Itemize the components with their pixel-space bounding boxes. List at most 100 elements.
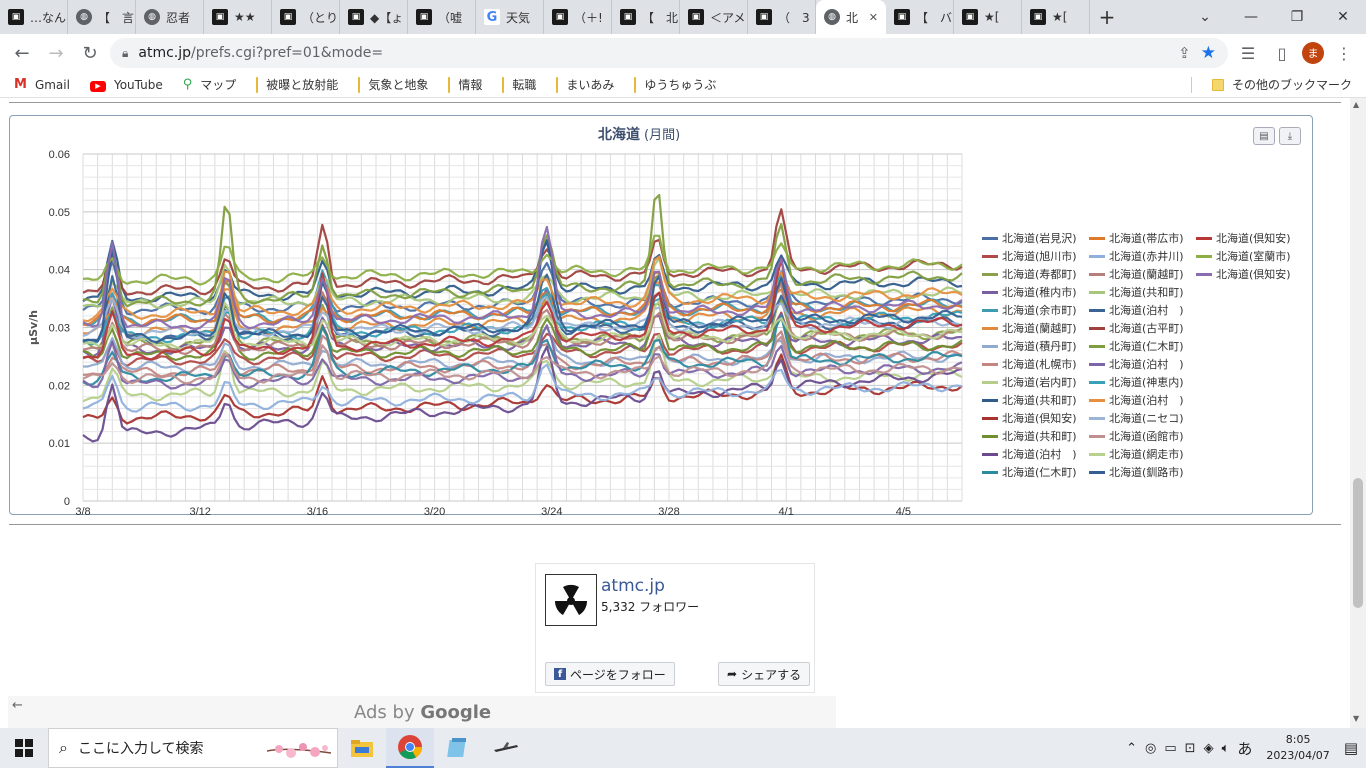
- address-bar[interactable]: 🔒︎ atmc.jp/prefs.cgi?pref=01&mode= ⇪ ★: [110, 38, 1228, 68]
- wifi-icon[interactable]: ◈: [1204, 741, 1214, 756]
- profile-avatar[interactable]: ま: [1302, 42, 1324, 64]
- legend-item[interactable]: 北海道(泊村 ): [1089, 392, 1196, 408]
- legend-item[interactable]: 北海道(倶知安): [1196, 266, 1303, 282]
- legend-item[interactable]: 北海道(泊村 ): [982, 446, 1089, 462]
- tab-9[interactable]: ▣ 【 北: [612, 0, 680, 34]
- legend-item[interactable]: 北海道(倶知安): [982, 410, 1089, 426]
- legend-item[interactable]: 北海道(余市町): [982, 302, 1089, 318]
- legend-item[interactable]: 北海道(稚内市): [982, 284, 1089, 300]
- close-tab-icon[interactable]: ✕: [869, 11, 878, 24]
- legend-item[interactable]: 北海道(共和町): [982, 392, 1089, 408]
- legend-item[interactable]: 北海道(泊村 ): [1089, 356, 1196, 372]
- legend-item[interactable]: 北海道(古平町): [1089, 320, 1196, 336]
- minimize-icon[interactable]: —: [1228, 0, 1274, 34]
- bookmark-item[interactable]: ゆうちゅうぶ: [634, 76, 716, 93]
- tab-11[interactable]: ▣ （ 3: [748, 0, 816, 34]
- new-tab-button[interactable]: +: [1090, 0, 1124, 34]
- legend-item[interactable]: 北海道(赤井川): [1089, 248, 1196, 264]
- bookmark-item[interactable]: 気象と地象: [358, 76, 428, 93]
- print-icon[interactable]: ▤: [1253, 127, 1275, 145]
- tab-2[interactable]: ◍ 忍者: [136, 0, 204, 34]
- legend-item[interactable]: 北海道(札幌市): [982, 356, 1089, 372]
- file-explorer-icon[interactable]: [338, 728, 386, 768]
- legend-item[interactable]: 北海道(神恵内): [1089, 374, 1196, 390]
- airplane-app-icon[interactable]: [482, 728, 530, 768]
- side-panel-icon[interactable]: ▯: [1268, 39, 1296, 67]
- fb-follow-button[interactable]: f ページをフォロー: [545, 662, 675, 686]
- legend-item[interactable]: 北海道(泊村 ): [1089, 302, 1196, 318]
- tab-10[interactable]: ▣ ＜アメ: [680, 0, 748, 34]
- legend-item[interactable]: 北海道(岩見沢): [982, 230, 1089, 246]
- bookmark-item[interactable]: 被曝と放射能: [256, 76, 338, 93]
- scroll-down-icon[interactable]: ▼: [1353, 714, 1359, 723]
- bookmark-item[interactable]: M Gmail: [14, 77, 70, 92]
- start-button[interactable]: [0, 728, 48, 768]
- tab-6[interactable]: ▣ （嘘: [408, 0, 476, 34]
- taskbar-search[interactable]: ⌕ ここに入力して検索: [48, 728, 338, 768]
- download-icon[interactable]: ⤓: [1279, 127, 1301, 145]
- legend-item[interactable]: 北海道(旭川市): [982, 248, 1089, 264]
- bookmark-item[interactable]: ▶ YouTube: [89, 77, 163, 92]
- restore-icon[interactable]: ❐: [1274, 0, 1320, 34]
- chevron-up-icon[interactable]: ⌃: [1126, 741, 1137, 756]
- ads-back-icon[interactable]: ←: [12, 698, 23, 713]
- page-scrollbar[interactable]: ▲ ▼: [1350, 98, 1366, 728]
- tab-8[interactable]: ▣ （＋!: [544, 0, 612, 34]
- legend-item[interactable]: 北海道(寿都町): [982, 266, 1089, 282]
- legend-item[interactable]: 北海道(仁木町): [982, 464, 1089, 480]
- legend-item[interactable]: 北海道(蘭越町): [982, 320, 1089, 336]
- legend-item[interactable]: 北海道(網走市): [1089, 446, 1196, 462]
- volume-icon[interactable]: 🔈︎: [1222, 741, 1230, 756]
- tab-12[interactable]: ◍ 北 ✕: [816, 0, 886, 34]
- clock[interactable]: 8:05 2023/04/07: [1266, 732, 1329, 764]
- legend-item[interactable]: 北海道(釧路市): [1089, 464, 1196, 480]
- tab-4[interactable]: ▣ （とり: [272, 0, 340, 34]
- tab-search-icon[interactable]: ⌄: [1182, 0, 1228, 34]
- legend-item[interactable]: 北海道(積丹町): [982, 338, 1089, 354]
- network-icon[interactable]: ⊡: [1185, 741, 1196, 756]
- tab-15[interactable]: ▣ ★[: [1022, 0, 1090, 34]
- legend-item[interactable]: 北海道(岩内町): [982, 374, 1089, 390]
- bookmark-item[interactable]: 情報: [448, 76, 482, 93]
- tab-5[interactable]: ▣ ◆【ょ: [340, 0, 408, 34]
- ime-indicator[interactable]: あ: [1237, 738, 1252, 759]
- tab-14[interactable]: ▣ ★[: [954, 0, 1022, 34]
- back-icon[interactable]: ←: [8, 39, 36, 67]
- legend-item[interactable]: 北海道(共和町): [982, 428, 1089, 444]
- scroll-thumb[interactable]: [1353, 478, 1363, 608]
- tab-7[interactable]: G 天気: [476, 0, 544, 34]
- battery-icon[interactable]: ▭: [1164, 741, 1176, 756]
- media-queue-icon[interactable]: ☰: [1234, 39, 1262, 67]
- legend-item[interactable]: 北海道(倶知安): [1196, 230, 1303, 246]
- tab-0[interactable]: ▣ …なん: [0, 0, 68, 34]
- other-bookmarks[interactable]: その他のブックマーク: [1211, 76, 1352, 93]
- radiation-logo-icon[interactable]: [545, 574, 597, 626]
- legend-item[interactable]: 北海道(帯広市): [1089, 230, 1196, 246]
- legend-item[interactable]: 北海道(ニセコ): [1089, 410, 1196, 426]
- scroll-up-icon[interactable]: ▲: [1353, 100, 1359, 109]
- meet-now-icon[interactable]: ◎: [1145, 741, 1156, 756]
- forward-icon[interactable]: →: [42, 39, 70, 67]
- notepad-icon[interactable]: [434, 728, 482, 768]
- chrome-icon[interactable]: [386, 728, 434, 768]
- fb-share-button[interactable]: ➦ シェアする: [718, 662, 811, 686]
- tab-3[interactable]: ▣ ★★: [204, 0, 272, 34]
- bookmark-item[interactable]: ⚲ マップ: [183, 76, 237, 93]
- legend-item[interactable]: 北海道(蘭越町): [1089, 266, 1196, 282]
- fb-page-name[interactable]: atmc.jp: [601, 576, 665, 596]
- tab-13[interactable]: ▣ 【 バ: [886, 0, 954, 34]
- bookmark-item[interactable]: 転職: [502, 76, 536, 93]
- legend-item[interactable]: 北海道(函館市): [1089, 428, 1196, 444]
- share-icon[interactable]: ⇪: [1178, 44, 1191, 62]
- reload-icon[interactable]: ↻: [76, 39, 104, 67]
- bookmark-star-icon[interactable]: ★: [1201, 43, 1216, 63]
- legend-item[interactable]: 北海道(共和町): [1089, 284, 1196, 300]
- bookmark-item[interactable]: まいあみ: [556, 76, 614, 93]
- tab-1[interactable]: ◍ 【 言: [68, 0, 136, 34]
- notification-icon[interactable]: ▤: [1344, 739, 1358, 757]
- legend-item[interactable]: 北海道(室蘭市): [1196, 248, 1303, 264]
- close-window-icon[interactable]: ✕: [1320, 0, 1366, 34]
- menu-icon[interactable]: ⋮: [1330, 39, 1358, 67]
- legend-item[interactable]: 北海道(仁木町): [1089, 338, 1196, 354]
- ads-by-google[interactable]: Ads by Google: [354, 702, 491, 723]
